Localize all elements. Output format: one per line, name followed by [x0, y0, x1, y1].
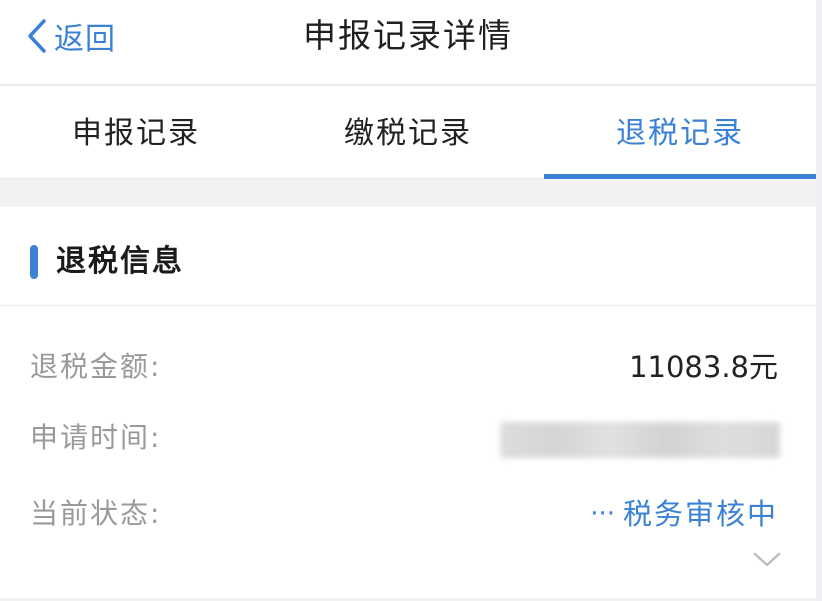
- current-status-label: 当前状态:: [30, 497, 162, 530]
- tab-label: 退税记录: [616, 116, 744, 151]
- status-value: ··· 税务审核中: [590, 484, 778, 544]
- tab-declaration-records[interactable]: 申报记录: [0, 86, 272, 178]
- screen-edge: [816, 0, 822, 601]
- status-text: 税务审核中: [622, 497, 778, 531]
- section-divider: [0, 179, 822, 207]
- refund-amount-value: 11083.8元: [629, 350, 778, 384]
- redacted-time-value: [500, 422, 780, 458]
- page-title: 申报记录详情: [303, 16, 513, 55]
- tab-tax-payment-records[interactable]: 缴税记录: [272, 86, 544, 178]
- application-time-label: 申请时间:: [30, 421, 162, 454]
- navigation-bar: 返回 申报记录详情: [0, 0, 816, 86]
- tab-label: 申报记录: [72, 116, 200, 151]
- refund-amount-label: 退税金额:: [30, 350, 162, 383]
- refund-amount-row: 退税金额: 11083.8元: [0, 337, 816, 397]
- chevron-down-icon[interactable]: [752, 548, 782, 570]
- ellipsis-icon: ···: [590, 499, 615, 529]
- tab-tax-refund-records[interactable]: 退税记录: [544, 86, 816, 179]
- current-status-row: 当前状态: ··· 税务审核中: [0, 484, 816, 544]
- section-title: 退税信息: [56, 244, 184, 279]
- section-accent-bar: [30, 245, 38, 279]
- application-time-row: 申请时间:: [0, 408, 816, 468]
- section-header: 退税信息: [0, 207, 816, 306]
- tab-label: 缴税记录: [344, 116, 472, 151]
- tab-bar: 申报记录 缴税记录 退税记录: [0, 86, 816, 179]
